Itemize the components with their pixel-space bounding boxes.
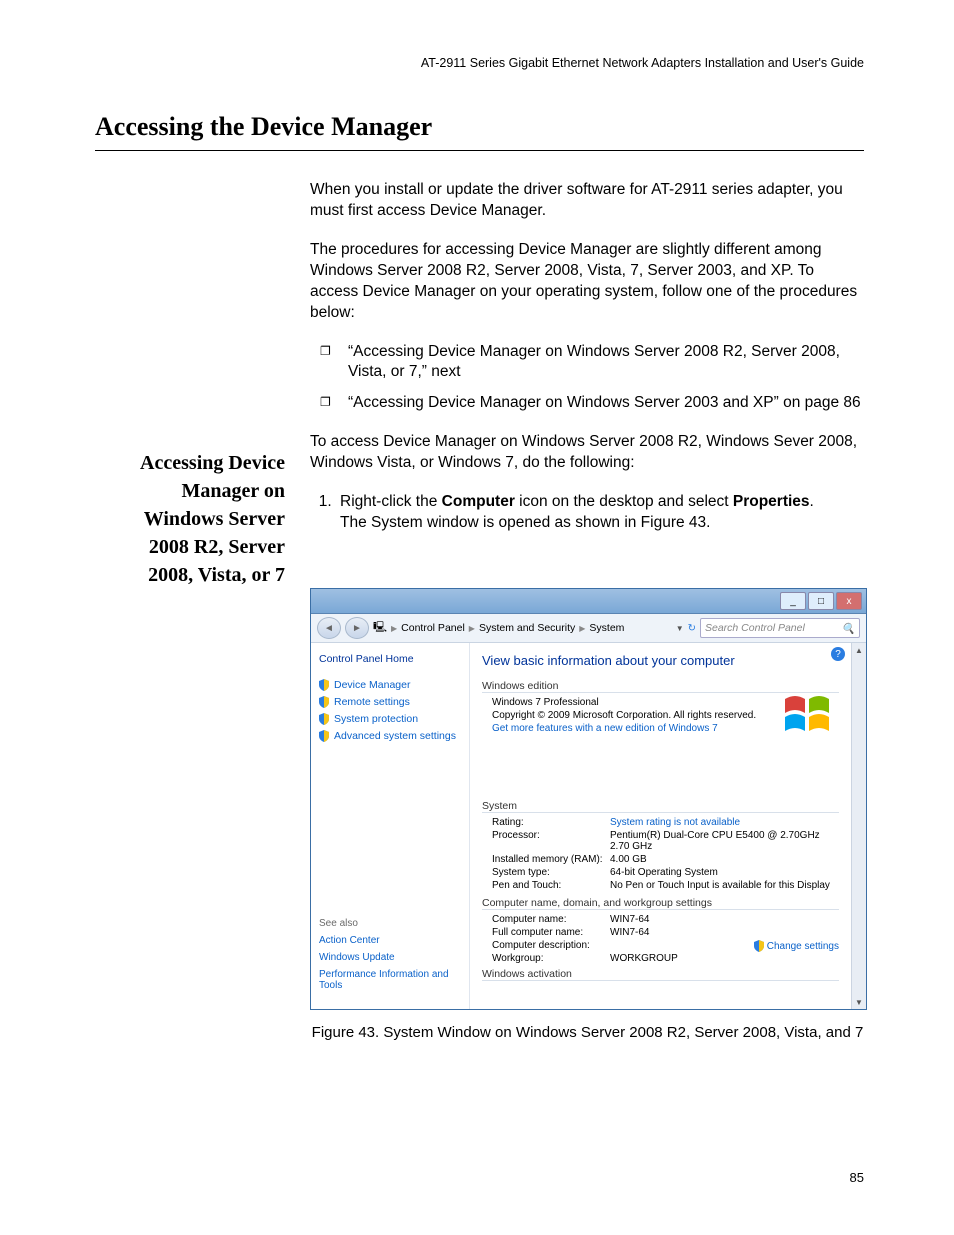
computer-name-section-label: Computer name, domain, and workgroup set… [482,897,839,910]
body-column: When you install or update the driver so… [310,180,864,552]
shield-icon [319,713,329,725]
ram-value: 4.00 GB [610,854,839,865]
main-heading: View basic information about your comput… [482,653,839,668]
procedure-list: “Accessing Device Manager on Windows Ser… [320,342,864,415]
figure-43: _ □ x ◄ ► 🖳 ▶ Control Panel ▶ System and… [310,588,865,1041]
search-icon: 🔍 [842,622,855,635]
device-manager-link[interactable]: Device Manager [319,679,461,691]
pen-touch-key: Pen and Touch: [492,880,610,891]
shield-icon [754,940,764,952]
breadcrumb-segment[interactable]: Control Panel [401,622,465,634]
step-bold: Computer [442,493,515,510]
processor-value: Pentium(R) Dual-Core CPU E5400 @ 2.70GHz… [610,830,839,852]
shield-icon [319,696,329,708]
side-heading: Accessing Device Manager on Windows Serv… [100,449,285,589]
remote-settings-link[interactable]: Remote settings [319,696,461,708]
page-number: 85 [850,1170,864,1185]
breadcrumb-segment[interactable]: System and Security [479,622,575,634]
system-protection-link[interactable]: System protection [319,713,461,725]
step-item: Right-click the Computer icon on the des… [336,492,864,534]
search-placeholder: Search Control Panel [705,622,805,634]
vertical-scrollbar[interactable]: ▲ ▼ [851,643,866,1009]
minimize-button[interactable]: _ [780,592,806,610]
step-text: . [810,493,814,510]
page-title: Accessing the Device Manager [95,112,864,151]
address-bar: ◄ ► 🖳 ▶ Control Panel ▶ System and Secur… [311,614,866,643]
window-titlebar: _ □ x [311,589,866,614]
side-pane: Control Panel Home Device Manager Remote… [311,643,469,1009]
back-button[interactable]: ◄ [317,617,341,639]
breadcrumb-segment[interactable]: System [589,622,624,634]
chevron-right-icon: ▶ [469,624,475,633]
help-icon[interactable]: ? [831,647,845,661]
close-button[interactable]: x [836,592,862,610]
system-window: _ □ x ◄ ► 🖳 ▶ Control Panel ▶ System and… [310,588,867,1010]
see-also-label: See also [319,918,461,929]
computer-icon: 🖳 [373,619,387,637]
chevron-right-icon: ▶ [391,624,397,633]
scroll-down-icon[interactable]: ▼ [852,995,866,1009]
step-bold: Properties [733,493,810,510]
workgroup-value: WORKGROUP [610,953,839,964]
change-settings-link[interactable]: Change settings [754,940,839,952]
workgroup-key: Workgroup: [492,953,610,964]
computer-description-key: Computer description: [492,940,610,951]
full-computer-name-value: WIN7-64 [610,927,839,938]
window-body: Control Panel Home Device Manager Remote… [311,643,866,1009]
forward-button[interactable]: ► [345,617,369,639]
link-label: Remote settings [334,696,410,708]
section-intro: To access Device Manager on Windows Serv… [310,432,864,474]
figure-caption: Figure 43. System Window on Windows Serv… [310,1024,865,1041]
ram-key: Installed memory (RAM): [492,854,610,865]
intro-paragraph-2: The procedures for accessing Device Mana… [310,240,864,324]
windows-update-link[interactable]: Windows Update [319,952,461,963]
step-list: Right-click the Computer icon on the des… [310,492,864,534]
link-label: System protection [334,713,418,725]
intro-paragraph-1: When you install or update the driver so… [310,180,864,222]
shield-icon [319,730,329,742]
advanced-settings-link[interactable]: Advanced system settings [319,730,461,742]
dropdown-icon[interactable]: ▼ [676,624,684,633]
running-header: AT-2911 Series Gigabit Ethernet Network … [421,56,864,70]
step-text: Right-click the [340,493,442,510]
procedure-list-item: “Accessing Device Manager on Windows Ser… [320,393,864,414]
computer-name-value: WIN7-64 [610,914,839,925]
procedure-list-item: “Accessing Device Manager on Windows Ser… [320,342,864,384]
rating-key: Rating: [492,817,610,828]
search-input[interactable]: Search Control Panel 🔍 [700,618,860,638]
system-type-value: 64-bit Operating System [610,867,839,878]
pen-touch-value: No Pen or Touch Input is available for t… [610,880,839,891]
link-label: Device Manager [334,679,410,691]
link-label: Advanced system settings [334,730,456,742]
breadcrumb[interactable]: 🖳 ▶ Control Panel ▶ System and Security … [373,619,672,637]
refresh-icon[interactable]: ↻ [688,623,696,634]
performance-info-link[interactable]: Performance Information and Tools [319,969,461,991]
step-result: The System window is opened as shown in … [340,513,864,534]
control-panel-home-link[interactable]: Control Panel Home [319,653,461,665]
main-pane: ? View basic information about your comp… [469,643,851,1009]
maximize-button[interactable]: □ [808,592,834,610]
system-type-key: System type: [492,867,610,878]
rating-value-link[interactable]: System rating is not available [610,817,839,828]
full-computer-name-key: Full computer name: [492,927,610,938]
chevron-right-icon: ▶ [579,624,585,633]
windows-activation-label: Windows activation [482,968,839,981]
processor-key: Processor: [492,830,610,852]
change-settings-label: Change settings [767,941,839,952]
system-label: System [482,800,839,813]
action-center-link[interactable]: Action Center [319,935,461,946]
step-text: icon on the desktop and select [515,493,733,510]
shield-icon [319,679,329,691]
scroll-up-icon[interactable]: ▲ [852,643,866,657]
computer-name-key: Computer name: [492,914,610,925]
windows-logo-icon [781,691,837,735]
